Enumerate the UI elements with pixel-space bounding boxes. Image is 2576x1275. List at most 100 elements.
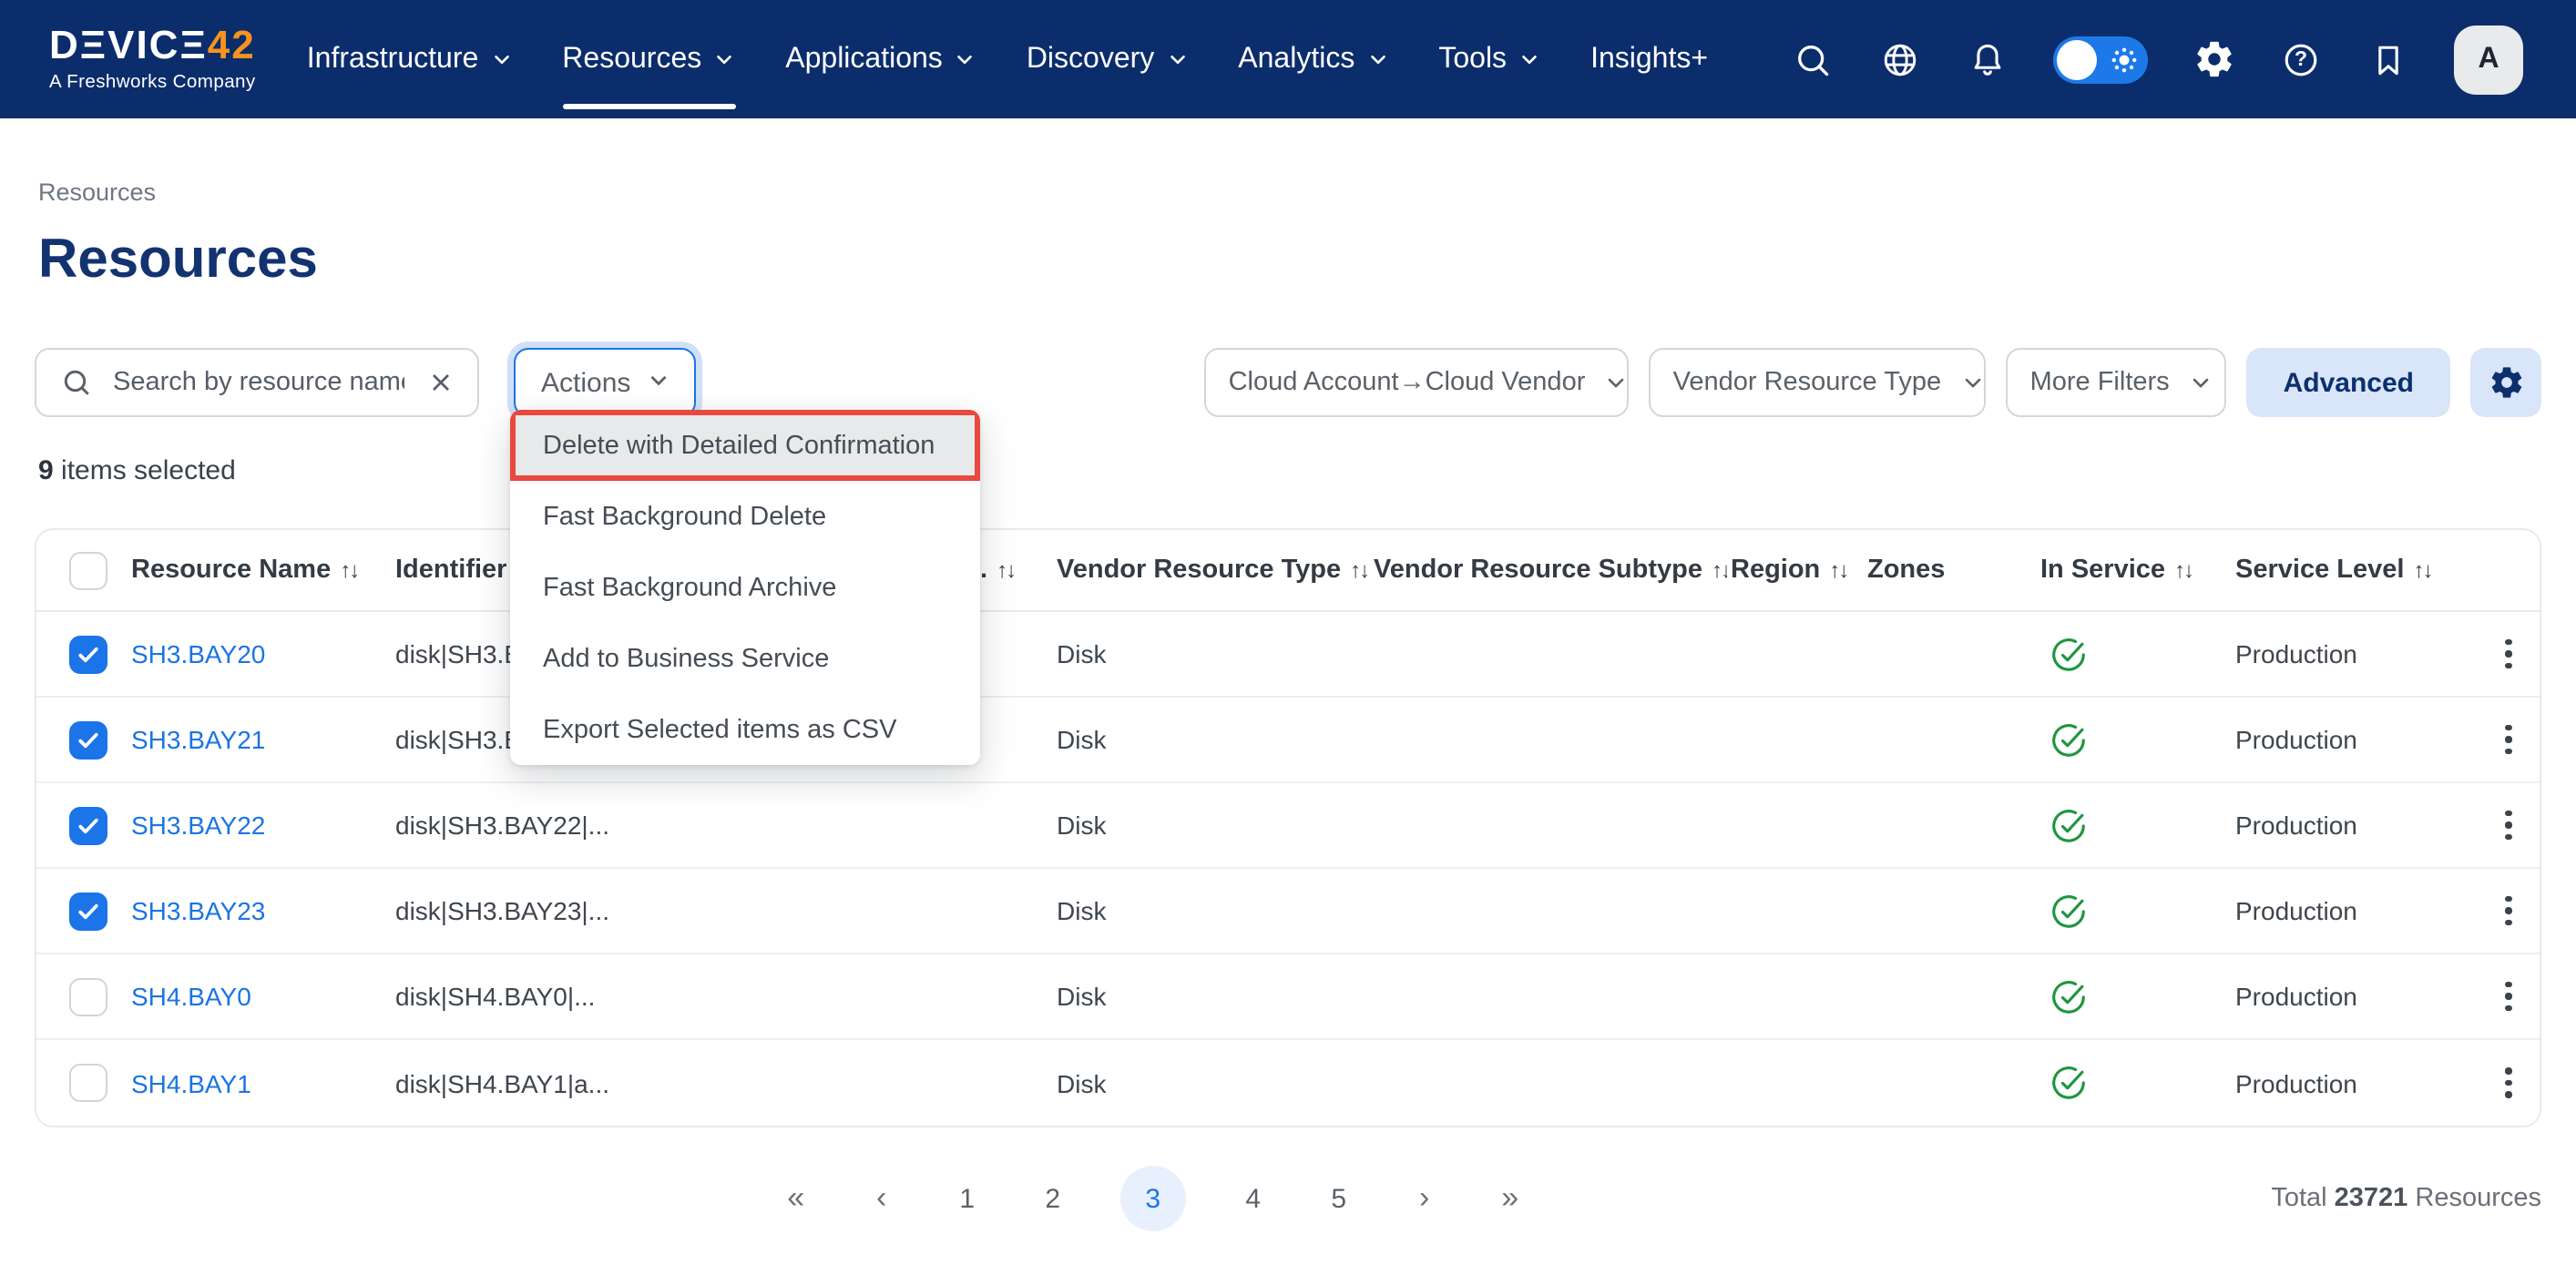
service-level-cell: Production bbox=[2232, 982, 2469, 1011]
total-number: 23721 bbox=[2335, 1184, 2408, 1213]
row-actions-cell bbox=[2469, 1061, 2541, 1106]
nav-item-resources[interactable]: Resources bbox=[562, 0, 736, 118]
resource-name-link[interactable]: SH3.BAY23 bbox=[131, 896, 265, 925]
resource-name-link[interactable]: SH4.BAY1 bbox=[131, 1068, 251, 1097]
resource-name-link[interactable]: SH3.BAY22 bbox=[131, 811, 265, 840]
resource-name-cell: SH4.BAY0 bbox=[128, 982, 392, 1011]
search-icon[interactable] bbox=[1791, 37, 1835, 81]
page-1[interactable]: 1 bbox=[949, 1166, 986, 1231]
notifications-icon[interactable] bbox=[1966, 37, 2009, 81]
navbar-right-icons: ?A bbox=[1791, 25, 2523, 94]
actions-button[interactable]: Actions bbox=[514, 348, 696, 417]
sun-icon bbox=[2110, 45, 2139, 83]
in-service-check-icon bbox=[2040, 720, 2088, 759]
resource-name-cell: SH3.BAY23 bbox=[128, 896, 392, 925]
page-3[interactable]: 3 bbox=[1120, 1166, 1186, 1231]
page-title: Resources bbox=[38, 230, 2576, 291]
service-level-cell: Production bbox=[2232, 639, 2469, 668]
column-header-vendor-resource-type[interactable]: Vendor Resource Type↑↓ bbox=[1053, 556, 1370, 585]
filter-more-filters[interactable]: More Filters bbox=[2007, 348, 2227, 417]
nav-item-insights[interactable]: Insights+ bbox=[1590, 0, 1708, 118]
user-avatar[interactable]: A bbox=[2454, 25, 2523, 94]
first-page-button[interactable]: « bbox=[778, 1166, 814, 1231]
chevron-down-icon bbox=[1165, 47, 1189, 71]
last-page-button[interactable]: » bbox=[1492, 1166, 1528, 1231]
in-service-cell bbox=[2037, 635, 2232, 673]
nav-item-infrastructure[interactable]: Infrastructure bbox=[307, 0, 514, 118]
globe-icon[interactable] bbox=[1878, 37, 1922, 81]
in-service-cell bbox=[2037, 977, 2232, 1015]
row-actions-kebab-icon[interactable] bbox=[2498, 632, 2519, 677]
page-5[interactable]: 5 bbox=[1321, 1166, 1357, 1231]
breadcrumb[interactable]: Resources bbox=[38, 178, 2576, 206]
menu-item-add-to-business-service[interactable]: Add to Business Service bbox=[510, 623, 980, 694]
next-page-button[interactable]: › bbox=[1406, 1166, 1443, 1231]
service-level-cell: Production bbox=[2232, 725, 2469, 754]
chevron-down-icon bbox=[712, 47, 736, 71]
pagination: « ‹ 12345 › » bbox=[35, 1166, 2271, 1231]
row-actions-kebab-icon[interactable] bbox=[2498, 718, 2519, 762]
page-2[interactable]: 2 bbox=[1035, 1166, 1071, 1231]
column-header-resource-name[interactable]: Resource Name↑↓ bbox=[128, 556, 392, 585]
filter-group: Cloud Account→Cloud Vendor Vendor Resourc… bbox=[1205, 348, 2541, 417]
vendor-resource-type-cell: Disk bbox=[1053, 639, 1370, 668]
page-4[interactable]: 4 bbox=[1235, 1166, 1272, 1231]
nav-item-label: Infrastructure bbox=[307, 43, 479, 76]
nav-item-analytics[interactable]: Analytics bbox=[1238, 0, 1389, 118]
menu-item-export-selected-items-as-csv[interactable]: Export Selected items as CSV bbox=[510, 694, 980, 765]
row-actions-kebab-icon[interactable] bbox=[2498, 1061, 2519, 1106]
filter-vendor-resource-type[interactable]: Vendor Resource Type bbox=[1650, 348, 1987, 417]
row-checkbox[interactable] bbox=[69, 892, 107, 930]
settings-icon[interactable] bbox=[2192, 37, 2235, 81]
device42-logo[interactable]: DΞVICΞ42 A Freshworks Company bbox=[49, 26, 256, 93]
row-actions-kebab-icon[interactable] bbox=[2498, 974, 2519, 1019]
logo-42: 42 bbox=[208, 22, 256, 67]
chevron-down-icon bbox=[489, 47, 513, 71]
search-box bbox=[35, 348, 479, 417]
menu-item-fast-background-delete[interactable]: Fast Background Delete bbox=[510, 481, 980, 552]
nav-item-applications[interactable]: Applications bbox=[785, 0, 977, 118]
nav-item-label: Tools bbox=[1438, 43, 1507, 76]
theme-toggle[interactable] bbox=[2053, 36, 2148, 83]
table-row-sh4-bay1: SH4.BAY1disk|SH4.BAY1|a...DiskProduction bbox=[36, 1040, 2540, 1126]
select-all-checkbox[interactable] bbox=[69, 551, 107, 589]
row-actions-kebab-icon[interactable] bbox=[2498, 803, 2519, 848]
toolbar: Actions Cloud Account→Cloud Vendor Vendor… bbox=[35, 348, 2541, 417]
column-label: In Service bbox=[2040, 556, 2165, 585]
bookmark-icon[interactable] bbox=[2366, 37, 2410, 81]
column-header-vendor-resource-subtype[interactable]: Vendor Resource Subtype↑↓ bbox=[1370, 556, 1727, 585]
resource-name-link[interactable]: SH3.BAY20 bbox=[131, 639, 265, 668]
resource-name-link[interactable]: SH3.BAY21 bbox=[131, 725, 265, 754]
menu-item-delete-with-detailed-confirmation[interactable]: Delete with Detailed Confirmation bbox=[510, 410, 980, 481]
nav-item-label: Applications bbox=[785, 43, 943, 76]
row-checkbox[interactable] bbox=[69, 977, 107, 1015]
resource-name-cell: SH3.BAY21 bbox=[128, 725, 392, 754]
chevron-down-icon bbox=[1959, 370, 1985, 395]
table-body: SH3.BAY20disk|SH3.BAY20|...DiskProductio… bbox=[36, 612, 2540, 1126]
previous-page-button[interactable]: ‹ bbox=[864, 1166, 900, 1231]
row-actions-kebab-icon[interactable] bbox=[2498, 889, 2519, 933]
row-checkbox[interactable] bbox=[69, 635, 107, 673]
total-count: Total 23721 Resources bbox=[2271, 1184, 2541, 1213]
advanced-button[interactable]: Advanced bbox=[2247, 348, 2450, 417]
row-checkbox[interactable] bbox=[69, 1064, 107, 1102]
search-input[interactable] bbox=[109, 366, 408, 399]
column-header-in-service[interactable]: In Service↑↓ bbox=[2037, 556, 2232, 585]
table-settings-button[interactable] bbox=[2470, 348, 2541, 417]
selection-summary: 9 items selected bbox=[38, 455, 2576, 486]
nav-item-discovery[interactable]: Discovery bbox=[1027, 0, 1189, 118]
row-checkbox[interactable] bbox=[69, 806, 107, 844]
row-actions-cell bbox=[2469, 974, 2541, 1019]
actions-label: Actions bbox=[541, 367, 630, 398]
menu-item-fast-background-archive[interactable]: Fast Background Archive bbox=[510, 552, 980, 623]
column-header-service-level[interactable]: Service Level↑↓ bbox=[2232, 556, 2469, 585]
clear-search-icon[interactable] bbox=[423, 364, 459, 401]
help-icon[interactable]: ? bbox=[2279, 37, 2323, 81]
column-header-region[interactable]: Region↑↓ bbox=[1727, 556, 1864, 585]
nav-item-tools[interactable]: Tools bbox=[1438, 0, 1541, 118]
resource-name-link[interactable]: SH4.BAY0 bbox=[131, 982, 251, 1011]
filter-cloud-account-cloud-vendor[interactable]: Cloud Account→Cloud Vendor bbox=[1205, 348, 1630, 417]
row-checkbox[interactable] bbox=[69, 720, 107, 759]
search-icon bbox=[58, 364, 95, 401]
service-level-cell: Production bbox=[2232, 1068, 2469, 1097]
